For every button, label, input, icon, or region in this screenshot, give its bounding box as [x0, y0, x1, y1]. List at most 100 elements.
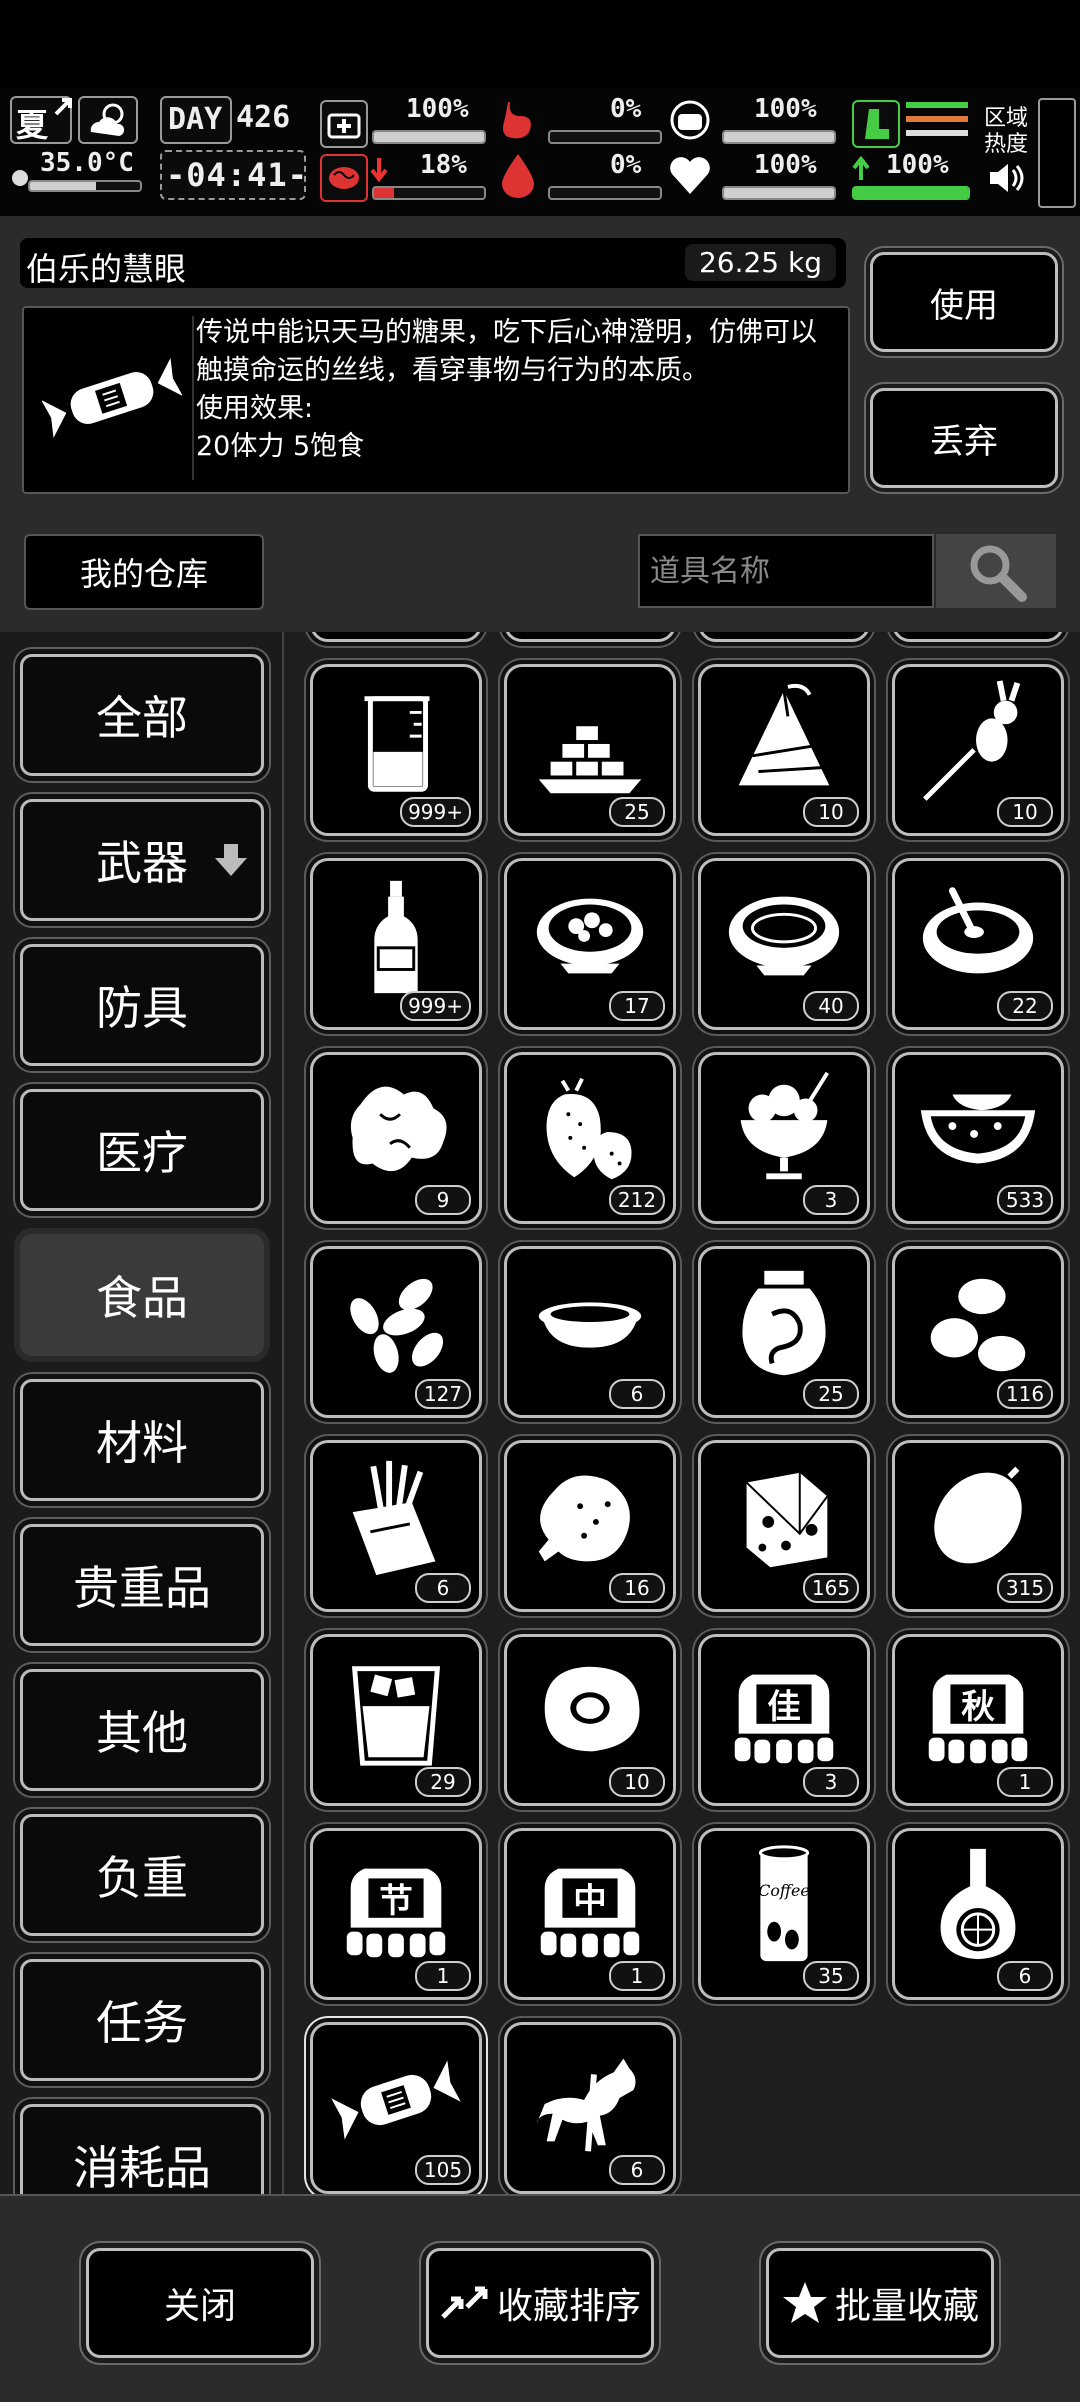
- nav-food[interactable]: 食品: [20, 1234, 264, 1356]
- storage-header: 我的仓库: [0, 512, 1080, 632]
- mooncake-zhong-icon: 中: [540, 1868, 640, 1958]
- speaker-icon[interactable]: [986, 160, 1026, 196]
- nav-consumables[interactable]: 消耗品: [20, 2104, 264, 2194]
- brain-icon: [320, 154, 368, 202]
- item-slot[interactable]: 16: [504, 1440, 676, 1612]
- item-slot[interactable]: 节1: [310, 1828, 482, 2000]
- item-slot[interactable]: 127: [310, 1246, 482, 1418]
- item-count: 1: [997, 1767, 1053, 1797]
- item-slot[interactable]: 105: [310, 2022, 482, 2194]
- item-slot[interactable]: 10: [504, 1634, 676, 1806]
- weather-box: [78, 96, 138, 144]
- lemon-icon: [934, 1466, 1022, 1564]
- item-count: 533: [997, 1185, 1053, 1215]
- beaker-icon: [364, 696, 430, 792]
- item-slot[interactable]: 17: [504, 858, 676, 1030]
- nav-armor[interactable]: 防具: [20, 944, 264, 1066]
- nav-materials[interactable]: 材料: [20, 1379, 264, 1501]
- watermelon-icon: [920, 1094, 1036, 1164]
- effect-label: 使用效果:: [196, 393, 314, 424]
- item-count: 165: [803, 1573, 859, 1603]
- close-button[interactable]: 关闭: [86, 2248, 314, 2358]
- nav-materials-label: 材料: [96, 1416, 188, 1470]
- nav-valuables[interactable]: 贵重品: [20, 1524, 264, 1646]
- item-slot[interactable]: 6: [504, 1246, 676, 1418]
- season-box: 夏: [10, 96, 72, 144]
- stamina-bar-fill: [854, 188, 968, 198]
- item-slot-partial[interactable]: [698, 632, 870, 642]
- batch-favorite-button[interactable]: 批量收藏: [766, 2248, 994, 2358]
- candy-icon: [42, 357, 182, 439]
- item-weight: 26.25 kg: [684, 244, 836, 281]
- item-slot[interactable]: 秋1: [892, 1634, 1064, 1806]
- discard-button[interactable]: 丢弃: [870, 388, 1058, 488]
- search-input[interactable]: [638, 534, 934, 608]
- nav-medical[interactable]: 医疗: [20, 1089, 264, 1211]
- item-thumbnail: [32, 316, 194, 480]
- item-slot-partial[interactable]: [892, 632, 1064, 642]
- item-slot[interactable]: 25: [504, 664, 676, 836]
- item-slot[interactable]: 10: [698, 664, 870, 836]
- item-count: 25: [803, 1379, 859, 1409]
- item-slot[interactable]: 6: [310, 1440, 482, 1612]
- item-slot[interactable]: 315: [892, 1440, 1064, 1612]
- jar-icon: [742, 1270, 826, 1376]
- batch-favorite-label: 批量收藏: [834, 2286, 979, 2327]
- bottle-icon: [374, 880, 418, 994]
- item-slot[interactable]: 29: [310, 1634, 482, 1806]
- item-count: 40: [803, 991, 859, 1021]
- nav-load[interactable]: 负重: [20, 1814, 264, 1936]
- item-count: 105: [415, 2155, 471, 2185]
- item-count: 17: [609, 991, 665, 1021]
- item-slot-partial[interactable]: [504, 632, 676, 642]
- nav-all[interactable]: 全部: [20, 654, 264, 776]
- cloud-sun-icon: [90, 103, 125, 136]
- clock-box: -04:41-: [160, 150, 308, 200]
- heart-bar-fill: [724, 188, 834, 198]
- item-slot[interactable]: 3: [698, 1052, 870, 1224]
- search-button[interactable]: [936, 534, 1056, 608]
- item-slot[interactable]: 25: [698, 1246, 870, 1418]
- use-button[interactable]: 使用: [870, 252, 1058, 352]
- fries-icon: [352, 1460, 436, 1576]
- item-slot[interactable]: 165: [698, 1440, 870, 1612]
- item-slot-partial[interactable]: [310, 632, 482, 642]
- favorite-sort-button[interactable]: 收藏排序: [426, 2248, 654, 2358]
- item-slot[interactable]: 40: [698, 858, 870, 1030]
- porridge-bowl-icon: [922, 887, 1034, 974]
- mooncake-qiu-icon: 秋: [928, 1674, 1028, 1764]
- svg-text:Coffee: Coffee: [758, 1881, 809, 1900]
- item-description-box: 传说中能识天马的糖果，吃下后心神澄明，仿佛可以触摸命运的丝线，看穿事物与行为的本…: [22, 306, 850, 494]
- stamina-stripes: [906, 102, 968, 142]
- item-slot[interactable]: 999+: [310, 664, 482, 836]
- item-slot[interactable]: Coffee 35: [698, 1828, 870, 2000]
- item-slot[interactable]: 212: [504, 1052, 676, 1224]
- horse-icon: [536, 2058, 636, 2152]
- item-slot[interactable]: 佳3: [698, 1634, 870, 1806]
- item-count: 22: [997, 991, 1053, 1021]
- clock-time: -04:41-: [166, 156, 308, 194]
- item-slot[interactable]: 533: [892, 1052, 1064, 1224]
- item-count: 29: [415, 1767, 471, 1797]
- item-count: 116: [997, 1379, 1053, 1409]
- item-slot[interactable]: 999+: [310, 858, 482, 1030]
- candy-icon: [331, 2060, 461, 2140]
- gold-ingots-icon: [538, 726, 642, 794]
- item-slot[interactable]: 22: [892, 858, 1064, 1030]
- swap-arrows-icon: [441, 2286, 488, 2319]
- item-slot[interactable]: 中1: [504, 1828, 676, 2000]
- item-count: 315: [997, 1573, 1053, 1603]
- nav-weapons[interactable]: 武器: [20, 799, 264, 921]
- nav-other[interactable]: 其他: [20, 1669, 264, 1791]
- item-count: 999+: [400, 797, 471, 827]
- item-slot[interactable]: 9: [310, 1052, 482, 1224]
- item-slot[interactable]: 6: [504, 2022, 676, 2194]
- nav-food-label: 食品: [96, 1271, 188, 1325]
- item-slot[interactable]: 10: [892, 664, 1064, 836]
- item-slot[interactable]: 6: [892, 1828, 1064, 2000]
- strawberry-icon: [546, 1077, 632, 1180]
- brain-value: 18%: [420, 150, 467, 180]
- nav-quests[interactable]: 任务: [20, 1959, 264, 2081]
- item-slot[interactable]: 116: [892, 1246, 1064, 1418]
- hunger-value: 0%: [610, 94, 642, 124]
